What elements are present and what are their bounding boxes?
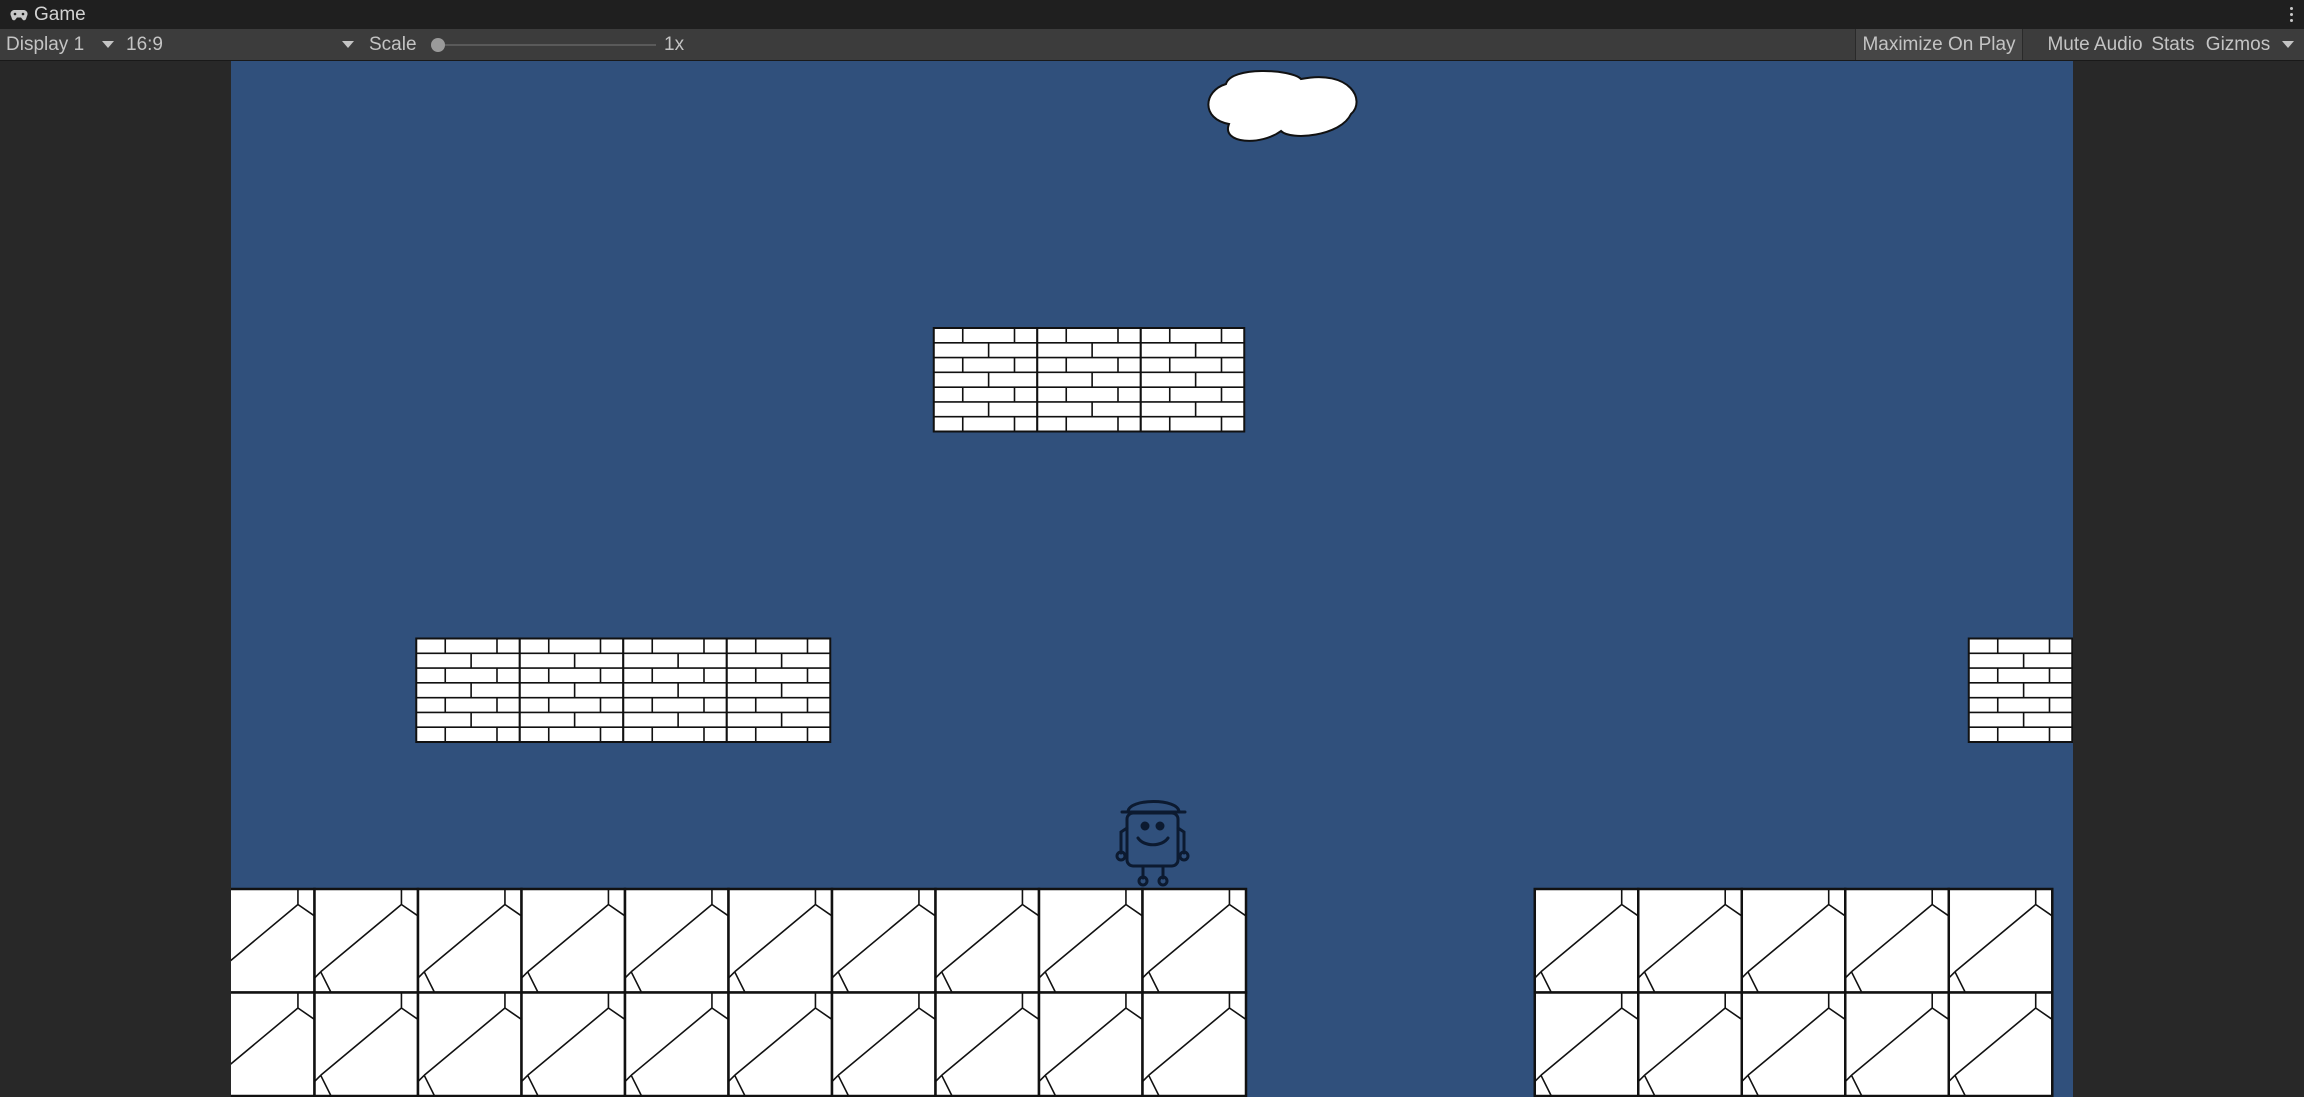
player-character	[1115, 800, 1190, 887]
gizmos-dropdown-icon[interactable]	[2282, 41, 2294, 48]
brick-tile	[1036, 327, 1142, 433]
ground-tile	[1844, 991, 1951, 1097]
brick-tile	[1139, 327, 1246, 433]
slider-handle[interactable]	[431, 38, 445, 52]
game-scene	[231, 70, 2073, 1097]
brick-tile	[415, 637, 521, 743]
ground-tile	[1844, 887, 1951, 994]
ground-tile	[231, 991, 316, 1097]
cloud	[1207, 70, 1358, 142]
ground-tile	[1533, 887, 1640, 994]
brick-tile	[518, 637, 625, 743]
brick-tile	[932, 327, 1039, 433]
ground-tile	[416, 887, 523, 994]
ground-tile	[830, 991, 937, 1097]
ground-tile	[231, 887, 316, 994]
ground-tile	[727, 887, 834, 994]
tab-bar: Game	[0, 0, 2304, 29]
ground-tile	[623, 991, 730, 1097]
ground-tile	[623, 887, 730, 994]
ground-tile	[830, 887, 937, 994]
more-options-icon[interactable]	[2284, 2, 2298, 26]
ground-tile	[1947, 991, 2054, 1097]
ground-tile	[1141, 887, 1248, 994]
game-viewport[interactable]	[231, 61, 2073, 1097]
scale-slider[interactable]	[431, 37, 656, 53]
chevron-down-icon	[102, 41, 114, 48]
game-toolbar: Display 1 16:9 Scale 1x Maximize On Play…	[0, 29, 2304, 61]
ground-tile	[520, 887, 627, 994]
ground-tile	[1037, 991, 1144, 1097]
display-dropdown[interactable]: Display 1	[6, 29, 116, 60]
scale-value: 1x	[664, 33, 685, 55]
chevron-down-icon	[342, 41, 354, 48]
tab-game[interactable]: Game	[0, 0, 86, 29]
tab-title: Game	[34, 3, 86, 25]
ground-tile	[1947, 887, 2054, 994]
aspect-ratio-dropdown[interactable]: 16:9	[126, 29, 356, 60]
ground-tile	[1740, 887, 1847, 994]
aspect-label: 16:9	[126, 33, 163, 55]
ground-tile	[313, 887, 420, 994]
ground-tile	[1533, 991, 1640, 1097]
gizmos-button[interactable]: Gizmos	[2201, 29, 2275, 60]
ground-tile	[934, 991, 1041, 1097]
gamepad-icon	[10, 9, 28, 20]
brick-tile	[725, 637, 832, 743]
ground-tile	[520, 991, 627, 1097]
ground-tiles	[231, 887, 2054, 1097]
ground-tile	[1637, 887, 1744, 994]
ground-tile	[727, 991, 834, 1097]
stats-button[interactable]: Stats	[2143, 29, 2203, 60]
slider-track	[435, 44, 656, 46]
brick-platforms	[415, 327, 2073, 743]
ground-tile	[313, 991, 420, 1097]
display-label: Display 1	[6, 33, 85, 55]
ground-tile	[1037, 887, 1144, 994]
maximize-on-play-button[interactable]: Maximize On Play	[1855, 29, 2023, 60]
ground-tile	[1637, 991, 1744, 1097]
brick-tile	[1967, 637, 2073, 743]
ground-tile	[1740, 991, 1847, 1097]
ground-tile	[416, 991, 523, 1097]
scale-label: Scale	[369, 33, 417, 55]
ground-tile	[1141, 991, 1248, 1097]
ground-tile	[934, 887, 1041, 994]
brick-tile	[622, 637, 728, 743]
